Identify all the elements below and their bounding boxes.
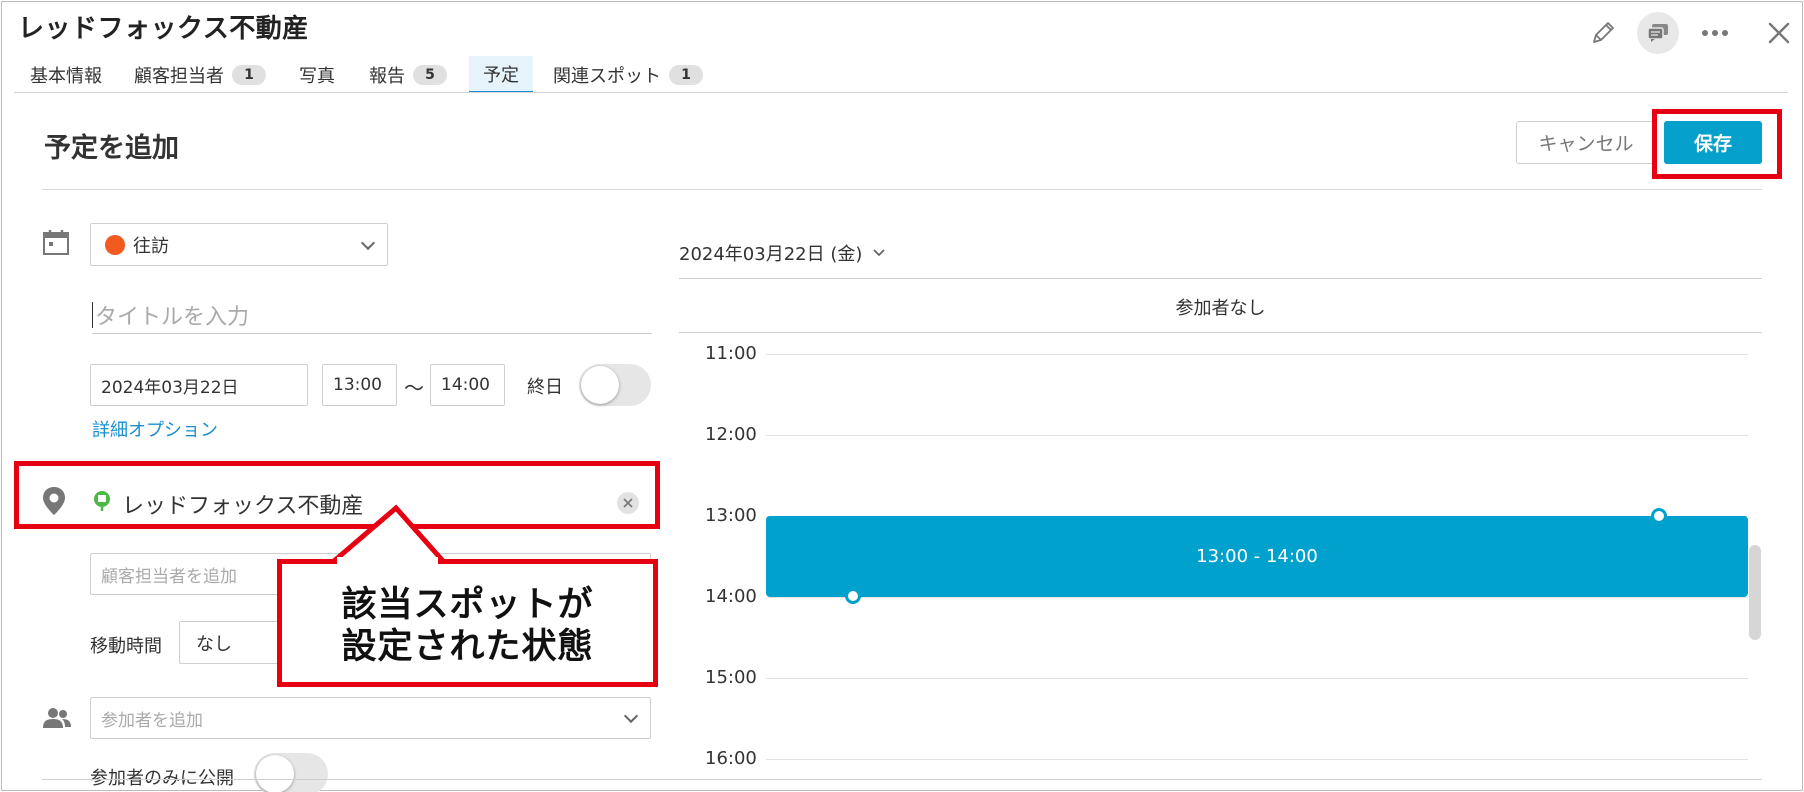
- date-value: 2024年03月22日: [101, 377, 239, 398]
- event-type-value: 往訪: [133, 235, 169, 257]
- calendar-date: 2024年03月22日 (金): [679, 244, 863, 265]
- tab-photos[interactable]: 写真: [287, 56, 347, 93]
- tab-related-spots[interactable]: 関連スポット 1: [541, 56, 715, 93]
- count-badge: 1: [232, 64, 266, 85]
- tab-label: 顧客担当者: [134, 65, 224, 87]
- chevron-down-icon: [360, 235, 376, 250]
- tabs-divider: [14, 92, 1788, 93]
- start-time-value: 13:00: [333, 375, 382, 395]
- tab-customer-contacts[interactable]: 顧客担当者 1: [122, 56, 278, 93]
- tab-label: 基本情報: [30, 65, 102, 87]
- hour-line: [766, 354, 1748, 355]
- callout-line-1: 該当スポットが: [341, 585, 594, 625]
- comment-icon[interactable]: [1637, 12, 1679, 54]
- event-type-dot: [105, 234, 125, 255]
- event-time-range: 13:00 - 14:00: [1196, 546, 1318, 567]
- participants-placeholder: 参加者を追加: [101, 710, 203, 731]
- hour-label: 11:00: [705, 343, 757, 364]
- tab-label: 予定: [483, 64, 519, 86]
- end-time-input[interactable]: 14:00: [430, 364, 505, 406]
- text-cursor: [92, 301, 93, 328]
- hour-line: [766, 435, 1748, 436]
- calendar-header-bottom-border: [679, 332, 1762, 333]
- hour-label: 15:00: [705, 667, 757, 688]
- form-divider: [42, 189, 1762, 190]
- event-type-select[interactable]: 往訪: [90, 223, 388, 266]
- close-icon[interactable]: [1764, 18, 1794, 48]
- calendar-header-top-border: [679, 278, 1762, 279]
- hour-line: [766, 597, 1748, 598]
- event-block[interactable]: 13:00 - 14:00: [766, 516, 1748, 597]
- date-input[interactable]: 2024年03月22日: [90, 364, 308, 406]
- detail-options-link[interactable]: 詳細オプション: [92, 416, 218, 442]
- title-input[interactable]: タイトルを入力: [92, 296, 652, 334]
- chevron-down-icon: [873, 249, 886, 257]
- callout-line-2: 設定された状態: [341, 627, 594, 667]
- participants-only-label: 参加者のみに公開: [90, 768, 234, 789]
- save-highlight-box: [1652, 109, 1782, 179]
- calendar-date-picker[interactable]: 2024年03月22日 (金): [679, 240, 886, 266]
- toggle-knob: [581, 366, 619, 404]
- title-placeholder: タイトルを入力: [95, 304, 250, 330]
- callout-box: 該当スポットが 設定された状態: [277, 559, 658, 687]
- hour-line: [766, 759, 1748, 760]
- cancel-button[interactable]: キャンセル: [1516, 121, 1656, 164]
- more-icon[interactable]: [1698, 18, 1732, 48]
- tab-label: 写真: [299, 65, 335, 87]
- count-badge: 5: [413, 64, 447, 85]
- tab-label: 報告: [369, 65, 405, 87]
- calendar-scrollbar[interactable]: [1749, 545, 1761, 640]
- tab-basic-info[interactable]: 基本情報: [18, 56, 114, 93]
- time-separator: 〜: [404, 376, 424, 400]
- tab-schedule[interactable]: 予定: [469, 56, 533, 93]
- travel-time-value: なし: [196, 633, 232, 655]
- hour-label: 13:00: [705, 505, 757, 526]
- count-badge: 1: [669, 64, 703, 85]
- tab-reports[interactable]: 報告 5: [357, 56, 459, 93]
- calendar-icon: [42, 228, 70, 256]
- end-time-value: 14:00: [441, 375, 490, 395]
- event-resize-handle-bottom[interactable]: [845, 588, 861, 604]
- hour-line: [766, 678, 1748, 679]
- event-resize-handle-top[interactable]: [1651, 508, 1667, 524]
- toggle-knob: [256, 755, 294, 792]
- tab-label: 関連スポット: [553, 65, 661, 87]
- chevron-down-icon: [623, 708, 639, 724]
- all-day-label: 終日: [527, 377, 563, 398]
- pencil-icon[interactable]: [1588, 18, 1618, 48]
- start-time-input[interactable]: 13:00: [322, 364, 397, 406]
- all-day-toggle[interactable]: [579, 364, 651, 406]
- participants-header: 参加者なし: [1175, 298, 1266, 319]
- panel-bottom-border: [42, 779, 1762, 780]
- callout-joint: [337, 557, 438, 565]
- contact-placeholder: 顧客担当者を追加: [101, 566, 237, 587]
- participants-only-toggle[interactable]: [254, 753, 328, 792]
- people-icon: [42, 706, 72, 730]
- hour-label: 14:00: [705, 586, 757, 607]
- form-title: 予定を追加: [44, 133, 179, 164]
- page-title: レッドフォックス不動産: [18, 14, 309, 44]
- participants-input[interactable]: 参加者を追加: [90, 697, 651, 739]
- hour-label: 12:00: [705, 424, 757, 445]
- hour-label: 16:00: [705, 748, 757, 769]
- travel-time-label: 移動時間: [90, 636, 162, 657]
